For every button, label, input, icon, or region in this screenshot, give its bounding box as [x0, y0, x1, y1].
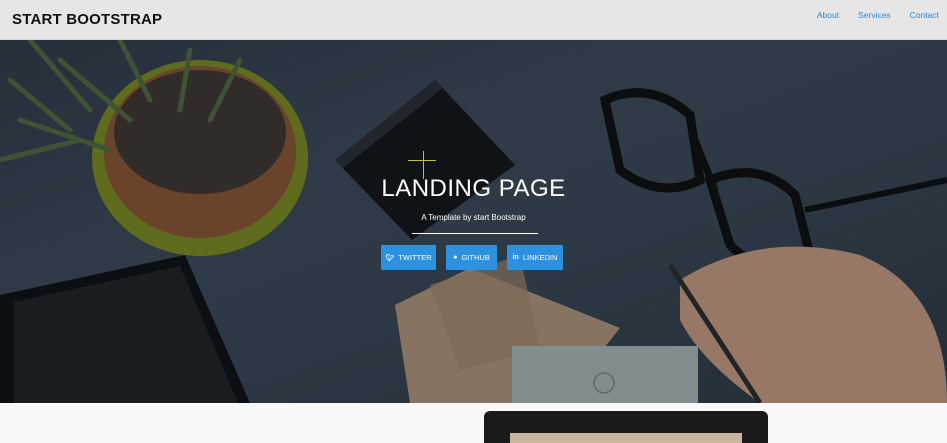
hero-title: LANDING PAGE: [381, 175, 566, 202]
navbar: START BOOTSTRAP About Services Contact: [0, 0, 947, 40]
twitter-icon: 🐦︎: [385, 254, 395, 262]
nav-links: About Services Contact: [817, 10, 939, 20]
twitter-button[interactable]: 🐦︎ TWITTER: [381, 245, 436, 270]
hero-content: LANDING PAGE A Template by start Bootstr…: [0, 40, 947, 403]
device-mockup-image: [484, 411, 768, 443]
device-screen: [510, 433, 742, 443]
nav-link-services[interactable]: Services: [858, 10, 891, 20]
github-icon: ●: [453, 254, 458, 261]
intro-section: [0, 403, 947, 443]
nav-link-about[interactable]: About: [817, 10, 839, 20]
linkedin-button[interactable]: in LINKEDIN: [507, 245, 563, 270]
hero-divider: [412, 233, 538, 234]
cross-accent-icon-horizontal: [408, 160, 436, 161]
github-button-label: GITHUB: [461, 253, 490, 262]
twitter-button-label: TWITTER: [398, 253, 432, 262]
brand-logo[interactable]: START BOOTSTRAP: [12, 11, 162, 28]
hero-section: LANDING PAGE A Template by start Bootstr…: [0, 40, 947, 403]
social-buttons: 🐦︎ TWITTER ● GITHUB in LINKEDIN: [381, 245, 563, 270]
github-button[interactable]: ● GITHUB: [446, 245, 497, 270]
nav-link-contact[interactable]: Contact: [910, 10, 939, 20]
hero-subtitle: A Template by start Bootstrap: [421, 213, 526, 222]
linkedin-icon: in: [512, 254, 519, 261]
linkedin-button-label: LINKEDIN: [522, 253, 558, 262]
